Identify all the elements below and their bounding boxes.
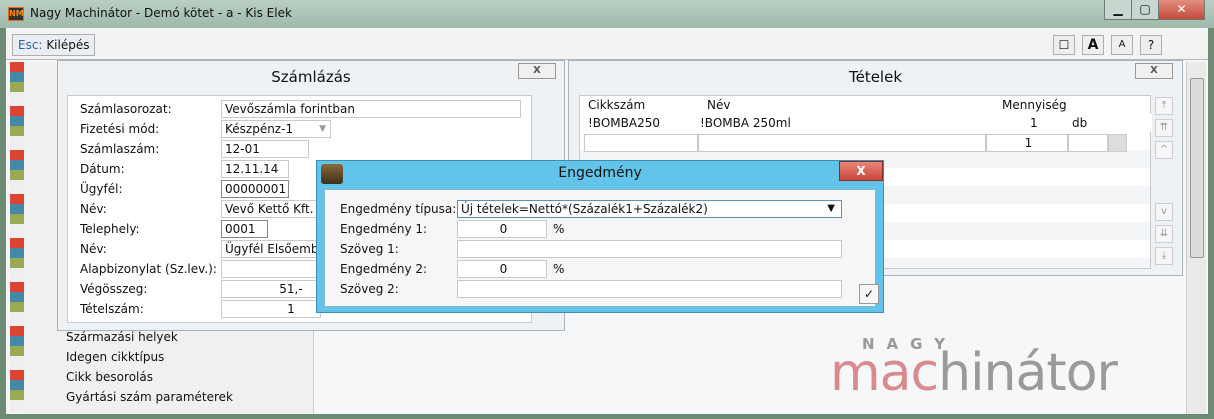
- field-label: Alapbizonylat (Sz.lev.):: [80, 262, 217, 276]
- column-header-name[interactable]: Név: [707, 98, 730, 112]
- new-quantity-input[interactable]: 1: [986, 134, 1068, 152]
- base-document-field[interactable]: [221, 260, 321, 278]
- dialog-close-button[interactable]: X: [839, 161, 883, 181]
- customer-id-field[interactable]: 00000001: [221, 180, 289, 198]
- logo-text-a: mac: [830, 343, 939, 403]
- page-down-icon[interactable]: ⇊: [1155, 225, 1173, 243]
- esc-key-hint: Esc:: [18, 38, 43, 52]
- down-icon[interactable]: v: [1155, 203, 1173, 221]
- cell-name: !BOMBA 250ml: [700, 116, 791, 130]
- title-bar: NM Nagy Machinátor - Demó kötet - a - Ki…: [0, 0, 1214, 28]
- field-label: Dátum:: [80, 162, 125, 176]
- cell-quantity: 1: [1030, 116, 1038, 130]
- list-item[interactable]: Származási helyek: [66, 330, 178, 344]
- date-field[interactable]: 12.11.14: [221, 160, 289, 178]
- dialog-title: Engedmény: [558, 165, 642, 181]
- logo-text-b: hinátor: [938, 343, 1118, 403]
- total-field: 51,-: [221, 280, 321, 298]
- discount-dialog: Engedmény X Engedmény típusa: Új tételek…: [316, 160, 884, 313]
- invoice-number-field[interactable]: 12-01: [221, 140, 309, 158]
- dialog-body: Engedmény típusa: Új tételek=Nettó*(Száz…: [324, 189, 879, 307]
- text2-label: Szöveg 2:: [340, 282, 399, 296]
- series-field[interactable]: Vevőszámla forintban: [221, 100, 521, 118]
- field-label: Név:: [80, 202, 107, 216]
- payment-method-value: Készpénz-1: [225, 122, 294, 136]
- column-header-code[interactable]: Cikkszám: [588, 98, 645, 112]
- app-icon: NM: [8, 7, 24, 21]
- site-field[interactable]: 0001: [221, 220, 268, 238]
- items-title: Tételek: [848, 68, 903, 86]
- discount2-unit: %: [553, 262, 565, 276]
- discount1-unit: %: [553, 222, 565, 236]
- invoice-title: Számlázás: [271, 68, 351, 86]
- discount1-label: Engedmény 1:: [340, 222, 428, 236]
- help-button[interactable]: ?: [1140, 35, 1162, 55]
- window-title: Nagy Machinátor - Demó kötet - a - Kis E…: [30, 6, 292, 20]
- discount-type-label: Engedmény típusa:: [340, 202, 457, 216]
- minimize-button[interactable]: ▁: [1104, 0, 1132, 20]
- field-label: Számlasorozat:: [80, 102, 172, 116]
- new-code-input[interactable]: [584, 134, 698, 152]
- chevron-down-icon: ▼: [319, 124, 326, 134]
- maximize-button[interactable]: ▢: [1131, 0, 1159, 20]
- customer-name-field[interactable]: Vevő Kettő Kft.: [221, 200, 321, 218]
- field-label: Számlaszám:: [80, 142, 160, 156]
- scrollbar-thumb[interactable]: [1190, 78, 1204, 258]
- new-name-input[interactable]: [698, 134, 986, 152]
- close-button[interactable]: ✕: [1158, 0, 1205, 20]
- list-item[interactable]: Cikk besorolás: [66, 370, 153, 384]
- text2-input[interactable]: [457, 280, 842, 298]
- chevron-down-icon: ▼: [827, 203, 835, 214]
- text1-label: Szöveg 1:: [340, 242, 399, 256]
- list-item[interactable]: Idegen cikktípus: [66, 350, 164, 364]
- last-icon[interactable]: ⤓: [1155, 247, 1173, 265]
- field-label: Telephely:: [80, 222, 140, 236]
- cell-code: !BOMBA250: [588, 116, 660, 130]
- exit-label: Kilépés: [46, 38, 90, 52]
- site-name-field[interactable]: Ügyfél Elsőember: [221, 240, 321, 258]
- discount2-input[interactable]: 0: [457, 260, 547, 278]
- logo-main-text: machinátor: [830, 343, 1118, 403]
- page-up-icon[interactable]: ⇈: [1155, 119, 1173, 137]
- first-icon[interactable]: ⤒: [1155, 97, 1173, 115]
- nagy-machinator-logo: NAGY machinátor: [830, 335, 1175, 405]
- field-label: Fizetési mód:: [80, 122, 160, 136]
- field-label: Név:: [80, 242, 107, 256]
- window-mode-button[interactable]: ☐: [1053, 35, 1075, 55]
- font-smaller-button[interactable]: A: [1111, 35, 1133, 55]
- module-icon-strip[interactable]: [10, 62, 24, 412]
- payment-method-select[interactable]: Készpénz-1 ▼: [221, 120, 331, 138]
- item-count-field: 1: [221, 300, 321, 318]
- cell-unit: db: [1072, 116, 1088, 130]
- exit-button[interactable]: Esc: Kilépés: [12, 34, 96, 56]
- new-unit-input[interactable]: [1068, 134, 1108, 152]
- field-label: Ügyfél:: [80, 182, 123, 196]
- vertical-scrollbar[interactable]: [1186, 62, 1206, 414]
- row-button[interactable]: [1108, 134, 1127, 152]
- column-header-quantity[interactable]: Mennyiség: [1002, 98, 1067, 112]
- text1-input[interactable]: [457, 240, 842, 258]
- ok-button[interactable]: ✓: [859, 284, 879, 304]
- invoice-close-button[interactable]: X: [518, 63, 556, 79]
- field-label: Végösszeg:: [80, 282, 148, 296]
- toolbar: Esc: Kilépés ☐ A A ?: [6, 28, 1208, 60]
- list-item[interactable]: Gyártási szám paraméterek: [66, 390, 233, 404]
- font-larger-button[interactable]: A: [1082, 35, 1104, 55]
- discount-type-value: Új tételek=Nettó*(Százalék1+Százalék2): [461, 202, 708, 216]
- up-icon[interactable]: ^: [1155, 141, 1173, 159]
- discount-type-select[interactable]: Új tételek=Nettó*(Százalék1+Százalék2) ▼: [457, 200, 842, 218]
- discount2-label: Engedmény 2:: [340, 262, 428, 276]
- discount1-input[interactable]: 0: [457, 220, 547, 238]
- items-close-button[interactable]: X: [1135, 63, 1173, 79]
- field-label: Tételszám:: [80, 302, 144, 316]
- table-row[interactable]: !BOMBA250 !BOMBA 250ml 1 db: [580, 114, 1152, 132]
